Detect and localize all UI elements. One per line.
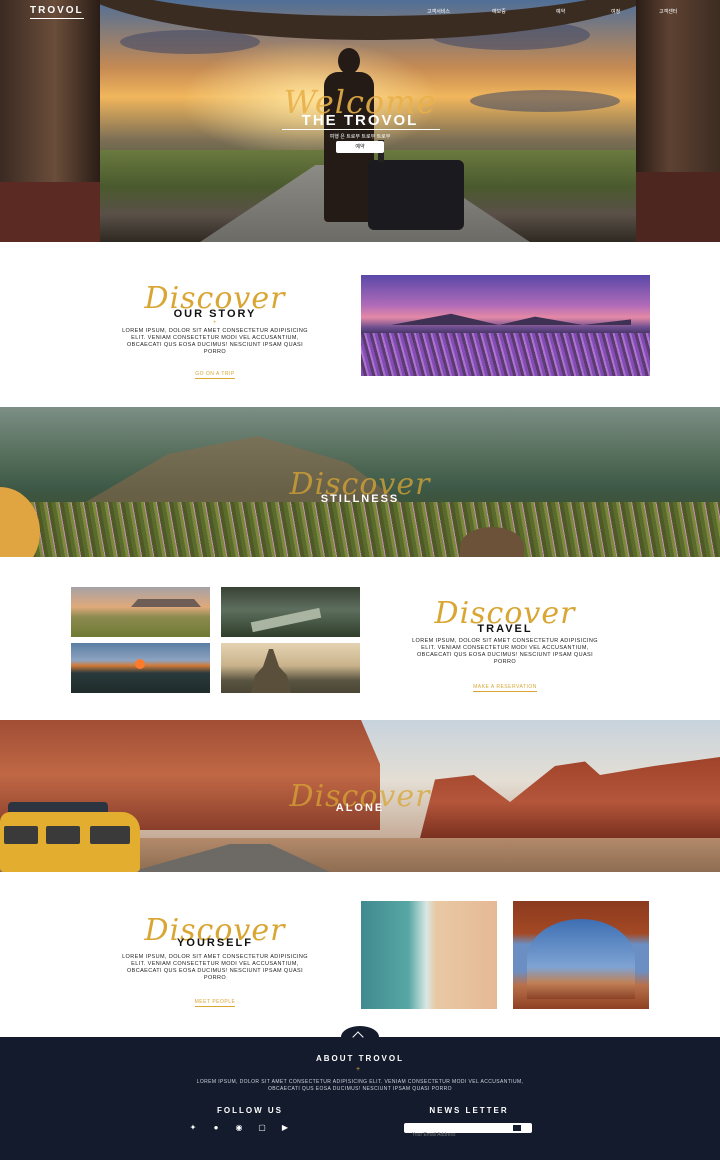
nav-item-1[interactable]: 고객서비스 (427, 8, 450, 15)
travel-text: LOREM IPSUM, DOLOR SIT AMET CONSECTETUR … (412, 638, 598, 665)
nav-item-5[interactable]: 고객센터 (659, 8, 677, 15)
suitcase (368, 140, 464, 230)
nav-item-2[interactable]: 예보증 (492, 8, 506, 15)
sunset-photo (71, 643, 210, 693)
cloud (120, 30, 260, 54)
plus-ornament-icon: + (356, 1066, 361, 1073)
site-logo[interactable]: TROVOL (30, 5, 84, 19)
story-title: OUR STORY (173, 308, 257, 320)
temple-photo (221, 643, 360, 693)
about-text: LOREM IPSUM, DOLOR SIT AMET CONSECTETUR … (196, 1079, 524, 1092)
arch-right-wall (636, 0, 720, 242)
travel-title: TRAVEL (477, 623, 533, 635)
alone-title: ALONE (335, 802, 385, 814)
travel-section: Discover TRAVEL LOREM IPSUM, DOLOR SIT A… (0, 557, 720, 720)
yellow-van (0, 802, 140, 872)
alone-banner: Discover ALONE (0, 720, 720, 872)
hero-title: THE TROVOL (301, 112, 419, 129)
wildflower-meadow (0, 502, 720, 557)
yourself-section: Discover YOURSELF LOREM IPSUM, DOLOR SIT… (0, 872, 720, 1037)
about-title: ABOUT TROVOL (316, 1054, 404, 1063)
go-on-a-trip-link[interactable]: GO ON A TRIP (195, 371, 235, 379)
mail-icon[interactable] (513, 1125, 521, 1131)
stillness-banner: Discover STILLNESS (0, 407, 720, 557)
arch-left-wall (0, 0, 100, 242)
sunrise-field-photo (71, 587, 210, 637)
our-story-section: Discover OUR STORY + LOREM IPSUM, DOLOR … (0, 242, 720, 407)
lavender-lake-photo (361, 275, 650, 376)
story-text: LOREM IPSUM, DOLOR SIT AMET CONSECTETUR … (122, 328, 308, 355)
hero-section: TROVOL 고객서비스 예보증 예약 여정 고객센터 Welcome THE … (0, 0, 720, 242)
nav-item-3[interactable]: 예약 (556, 8, 565, 15)
nav-item-4[interactable]: 여정 (611, 8, 620, 15)
facebook-icon[interactable]: ● (211, 1123, 221, 1133)
instagram-icon[interactable]: ▢ (257, 1123, 267, 1133)
plus-ornament-icon: + (213, 320, 217, 326)
hero-reserve-button[interactable]: 예약 (336, 141, 384, 153)
social-links: ✦ ● ◉ ▢ ▶ (188, 1123, 290, 1133)
misty-river-photo (221, 587, 360, 637)
newsletter-title: NEWS LETTER (429, 1106, 509, 1115)
make-a-reservation-link[interactable]: MAKE A RESERVATION (473, 684, 537, 692)
follow-title: FOLLOW US (217, 1106, 283, 1115)
email-input[interactable] (404, 1130, 504, 1140)
yourself-title: YOURSELF (177, 937, 253, 949)
rock-arch-photo (513, 901, 649, 1009)
pinterest-icon[interactable]: ◉ (234, 1123, 244, 1133)
hero-divider (282, 129, 440, 130)
youtube-icon[interactable]: ▶ (280, 1123, 290, 1133)
twitter-icon[interactable]: ✦ (188, 1123, 198, 1133)
hero-subtitle: 여행 은 트로부 트로부 트로부 (329, 134, 391, 140)
newsletter-form (404, 1123, 532, 1140)
stillness-title: STILLNESS (320, 493, 400, 505)
yourself-text: LOREM IPSUM, DOLOR SIT AMET CONSECTETUR … (122, 954, 308, 981)
meet-people-link[interactable]: MEET PEOPLE (194, 999, 236, 1007)
cloud (470, 90, 620, 112)
footer: ABOUT TROVOL + LOREM IPSUM, DOLOR SIT AM… (0, 1026, 720, 1160)
aerial-beach-photo (361, 901, 497, 1009)
